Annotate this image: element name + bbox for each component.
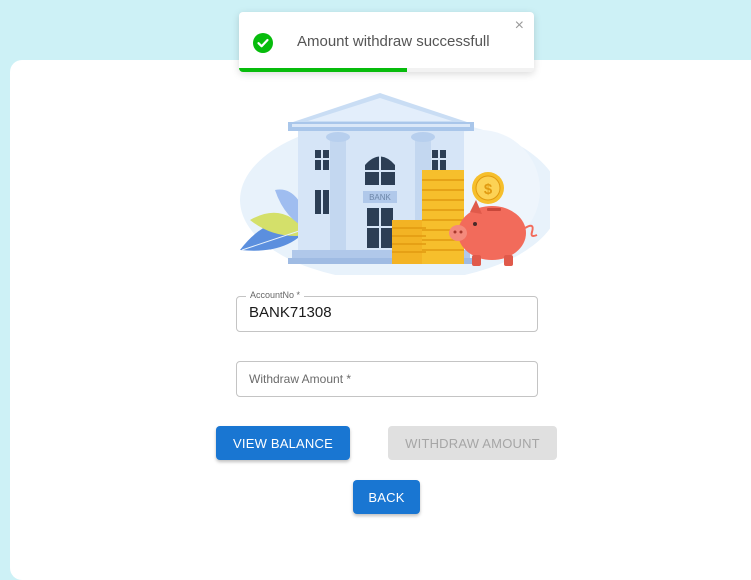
withdraw-amount-button: WITHDRAW AMOUNT [388,426,557,460]
account-number-value: BANK71308 [249,304,332,321]
bank-illustration: BANK $ [230,90,560,282]
back-button[interactable]: BACK [353,480,420,514]
toast-message: Amount withdraw successfull [297,33,490,50]
withdraw-amount-placeholder: Withdraw Amount * [249,372,352,386]
check-circle-icon [253,33,273,53]
toast-progress-bar [239,68,408,72]
toast-progress-track [239,68,534,72]
success-toast: Amount withdraw successfull × [239,12,534,72]
withdraw-amount-input[interactable]: Withdraw Amount * [236,361,538,397]
view-balance-button[interactable]: VIEW BALANCE [216,426,350,460]
coin-symbol: $ [484,181,493,198]
account-number-field[interactable]: AccountNo * BANK71308 [236,290,538,332]
close-icon[interactable]: × [515,18,524,34]
bank-sign-text: BANK [369,193,391,202]
account-number-label: AccountNo * [246,290,305,300]
